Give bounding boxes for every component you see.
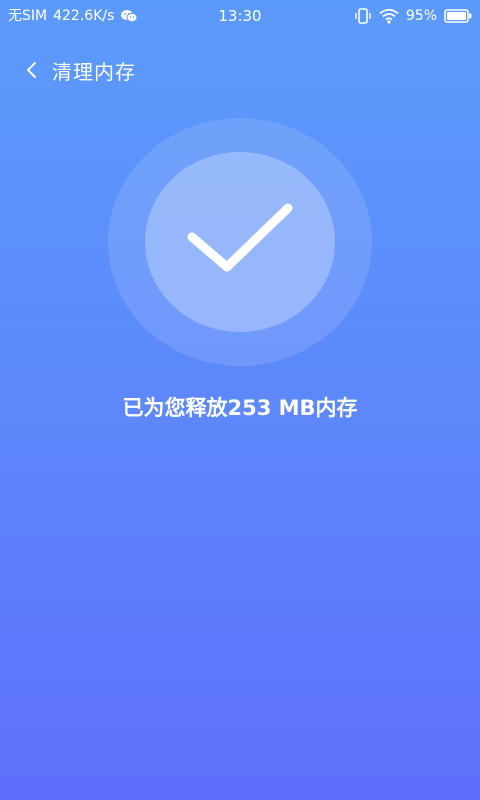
wifi-icon [379,8,399,24]
vibrate-icon [354,8,372,24]
battery-icon [444,9,472,23]
status-right: 95% [347,0,472,32]
status-bar: 无SIM 422.6K/s 13:30 95% [0,0,480,32]
result-message: 已为您释放253 MB内存 [122,396,358,420]
back-button[interactable] [12,50,52,90]
header-bar: 清理内存 [0,50,480,90]
page-title: 清理内存 [52,59,136,84]
checkmark-icon [180,195,300,285]
battery-percent: 95% [405,8,437,24]
chevron-left-icon [25,61,39,79]
